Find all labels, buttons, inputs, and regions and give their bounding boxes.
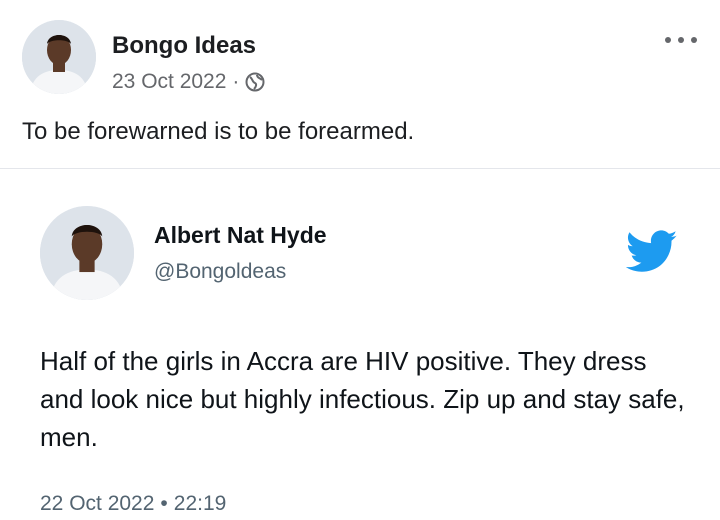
tweet-timestamp[interactable]: 22 Oct 2022 • 22:19 [40,492,226,516]
post-meta: 23 Oct 2022 · [112,70,265,94]
person-avatar-image [22,20,96,94]
divider [0,168,720,169]
timestamp-separator: • [160,492,168,515]
more-options-button[interactable] [665,30,697,50]
tweet-time: 22:19 [173,492,227,515]
more-options-dot [665,37,671,43]
twitter-bird-icon [626,230,678,272]
author-avatar[interactable] [22,20,96,94]
facebook-post: Bongo Ideas 23 Oct 2022 · To be forewarn… [0,0,720,168]
tweet-author-name[interactable]: Albert Nat Hyde [154,222,327,249]
post-text: To be forewarned is to be forearmed. [22,118,415,145]
tweet-author-handle[interactable]: @Bongoldeas [154,260,286,284]
tweet-text: Half of the girls in Accra are HIV posit… [40,346,685,452]
globe-icon[interactable] [245,72,265,92]
author-name[interactable]: Bongo Ideas [112,32,256,60]
more-options-dot [678,37,684,43]
post-date[interactable]: 23 Oct 2022 [112,70,226,94]
tweet-author-avatar[interactable] [40,206,134,300]
more-options-dot [691,37,697,43]
meta-separator: · [232,70,240,93]
person-avatar-image [40,206,134,300]
tweet-date: 22 Oct 2022 [40,492,155,515]
